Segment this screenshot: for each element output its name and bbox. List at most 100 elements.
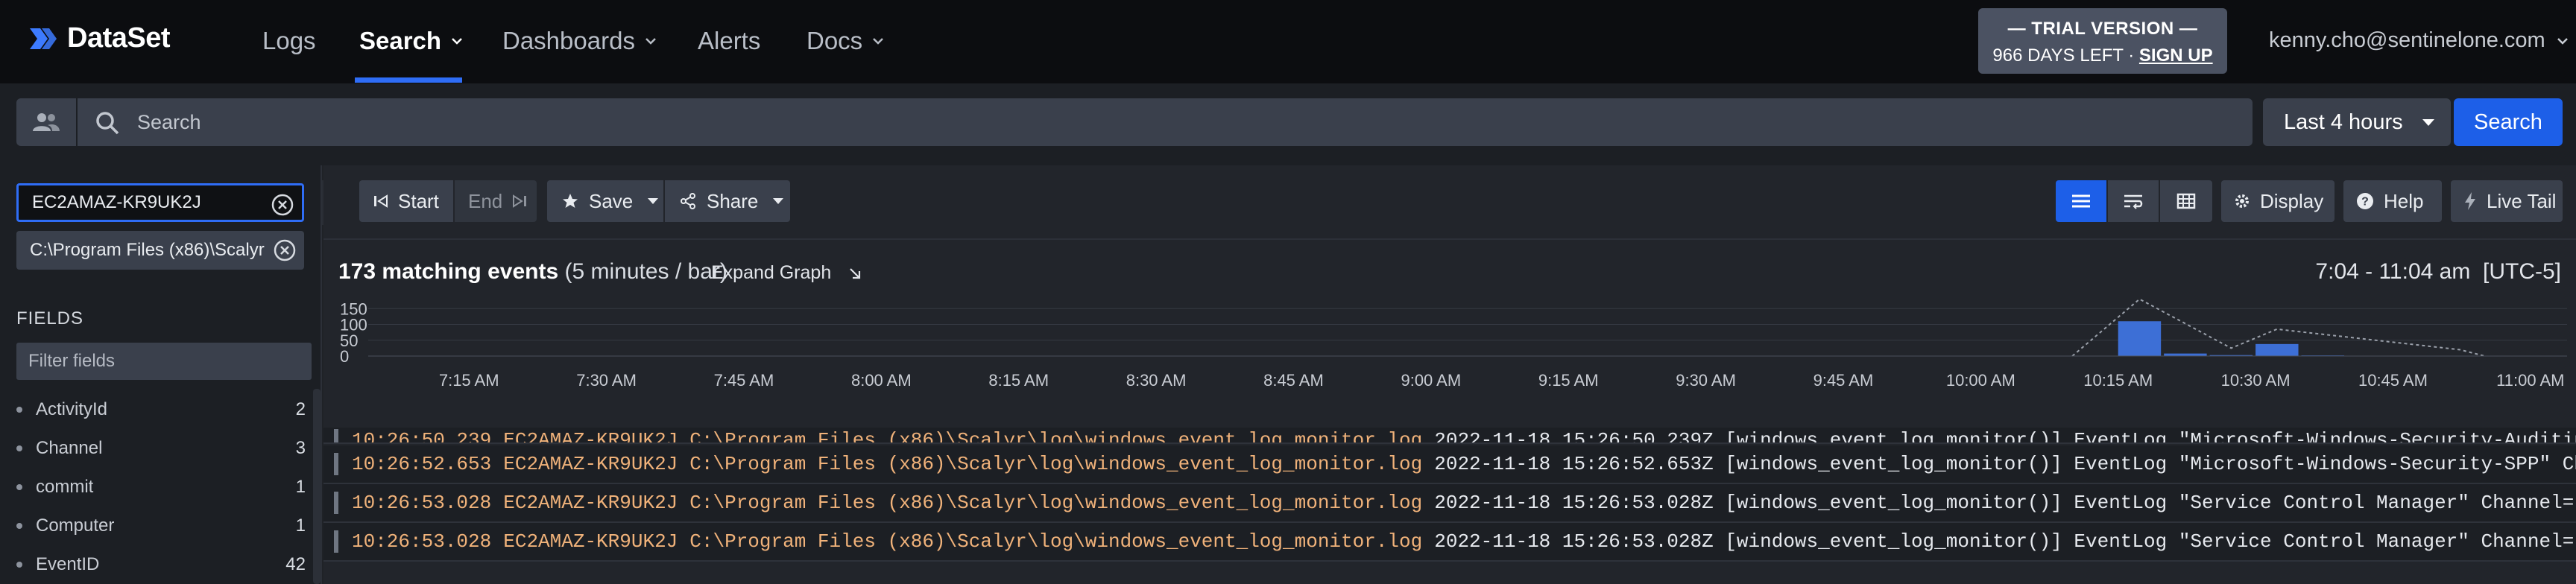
filter-pill-logfile[interactable]: C:\Program Files (x86)\Scalyr [16,231,304,270]
bullet-icon [16,407,22,413]
end-button[interactable]: End [455,180,537,222]
nav-dashboards[interactable]: Dashboards [502,27,657,55]
top-nav: DataSet Logs Search Dashboards Alerts Do… [0,0,2576,83]
histogram-bar [2255,343,2299,356]
search-input[interactable] [137,98,2224,146]
log-row[interactable]: 10:26:50.239 EC2AMAZ-KR9UK2J C:\Program … [323,428,2576,444]
x-tick-label: 10:30 AM [2221,371,2291,390]
log-file: C:\Program Files (x86)\Scalyr\log\window… [689,492,1423,514]
view-list-button[interactable] [2056,180,2108,222]
share-button[interactable]: Share [665,180,790,222]
help-button[interactable]: ? Help [2343,180,2442,222]
field-count: 42 [285,554,306,574]
search-button[interactable]: Search [2454,98,2563,146]
clear-circle-icon[interactable] [271,193,294,217]
log-message: 2022-11-18 15:26:53.028Z [windows_event_… [1434,530,2576,553]
bullet-icon [16,562,22,568]
log-host: EC2AMAZ-KR9UK2J [503,429,678,444]
field-count: 2 [295,399,306,419]
arrow-down-right-icon [850,267,861,279]
nav-logs[interactable]: Logs [262,27,316,55]
display-label: Display [2260,189,2324,212]
sign-up-link[interactable]: SIGN UP [2139,45,2213,66]
nav-search[interactable]: Search [359,27,464,55]
chevron-down-icon [2557,37,2568,45]
field-count: 1 [295,515,306,536]
sidebar-scrollbar[interactable] [313,389,321,584]
histogram-bar [2118,321,2162,356]
log-host: EC2AMAZ-KR9UK2J [503,492,678,514]
search-box[interactable] [78,98,2253,146]
nav-active-indicator [355,77,462,83]
share-icon [681,193,695,209]
svg-text:?: ? [2361,196,2369,209]
x-tick-label: 7:15 AM [439,371,499,390]
view-table-button[interactable] [2160,180,2212,222]
filter-pill-text: C:\Program Files (x86)\Scalyr [30,240,265,260]
help-label: Help [2384,189,2424,212]
x-tick-label: 8:15 AM [988,371,1049,390]
field-item[interactable]: Channel 3 [16,434,306,463]
chart-time-range: 7:04 - 11:04 am [UTC-5] [2315,259,2561,284]
log-timestamp: 10:26:52.653 [352,453,492,475]
log-host: EC2AMAZ-KR9UK2J [503,453,678,475]
log-file: C:\Program Files (x86)\Scalyr\log\window… [689,429,1423,444]
share-label: Share [707,189,759,212]
users-icon [33,113,60,131]
user-menu[interactable]: kenny.cho@sentinelone.com [2269,28,2569,53]
x-tick-label: 7:30 AM [576,371,637,390]
list-icon [2072,194,2090,208]
field-item[interactable]: Computer 1 [16,511,306,541]
start-button[interactable]: Start [359,180,453,222]
brand-logo[interactable]: DataSet [27,22,171,54]
filter-pill-host[interactable]: EC2AMAZ-KR9UK2J [16,183,304,222]
live-tail-label: Live Tail [2487,189,2557,212]
expand-graph-link[interactable]: Expand Graph [711,262,862,284]
live-tail-button[interactable]: Live Tail [2451,180,2563,222]
clear-circle-icon[interactable] [273,238,297,262]
table-icon [2176,193,2196,209]
bullet-icon [16,523,22,529]
end-label: End [468,189,503,212]
chevron-down-icon [873,38,884,45]
nav-alerts[interactable]: Alerts [698,27,760,55]
histogram-bar [2164,353,2207,356]
log-row[interactable]: 10:26:53.028 EC2AMAZ-KR9UK2J C:\Program … [323,523,2576,562]
time-range-dropdown[interactable]: Last 4 hours [2263,98,2451,146]
field-count: 1 [295,477,306,497]
log-row[interactable]: 10:26:53.028 EC2AMAZ-KR9UK2J C:\Program … [323,484,2576,523]
nav-docs-label: Docs [806,27,863,54]
field-name: commit [36,477,94,497]
x-tick-label: 8:00 AM [851,371,912,390]
save-button[interactable]: Save [547,180,663,222]
bullet-icon [16,445,22,451]
expand-graph-label: Expand Graph [711,262,832,283]
bullet-icon [16,484,22,490]
search-bar-row: Last 4 hours Search [0,83,2576,165]
x-tick-label: 11:00 AM [2496,371,2564,390]
match-count: 173 matching events [338,259,559,284]
field-item[interactable]: commit 1 [16,472,306,502]
team-selector-button[interactable] [16,98,76,146]
chevron-down-icon [645,38,656,45]
log-message: 2022-11-18 15:26:50.239Z [windows_event_… [1434,429,2576,444]
filter-pill-text: EC2AMAZ-KR9UK2J [32,192,201,212]
dataset-logo-icon [30,28,57,49]
nav-dashboards-label: Dashboards [502,27,635,54]
field-count: 3 [295,438,306,458]
x-tick-label: 10:00 AM [1946,371,2015,390]
field-item[interactable]: EventID 42 [16,550,306,580]
brand-name: DataSet [67,22,171,54]
log-row[interactable]: 10:26:52.653 EC2AMAZ-KR9UK2J C:\Program … [323,445,2576,484]
events-histogram[interactable]: 1501005007:15 AM 7:30 AM 7:45 AM 8:00 AM 8:1… [323,298,2576,393]
display-button[interactable]: Display [2221,180,2334,222]
log-row-marker [334,492,338,514]
wrap-text-icon [2124,194,2143,209]
view-wrap-button[interactable] [2108,180,2160,222]
view-mode-toggle [2056,180,2212,222]
nav-docs[interactable]: Docs [806,27,885,55]
field-item[interactable]: ActivityId 2 [16,395,306,425]
filter-fields-input[interactable] [16,343,312,380]
x-tick-label: 7:45 AM [714,371,774,390]
trial-days-left: 966 DAYS LEFT · [1992,45,2139,66]
